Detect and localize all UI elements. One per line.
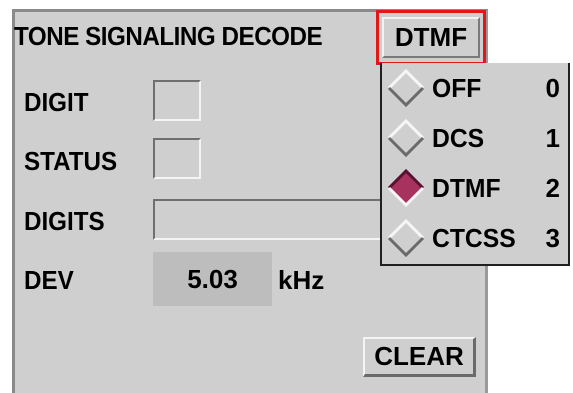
diamond-radio-icon [387, 68, 425, 108]
menu-item-index: 2 [545, 173, 560, 203]
clear-button[interactable]: CLEAR [363, 337, 476, 377]
mode-select-button[interactable]: DTMF [376, 10, 486, 65]
digits-display [153, 199, 385, 240]
menu-item-label: OFF [432, 73, 482, 103]
digit-display [153, 80, 201, 121]
menu-item-ctcss[interactable]: CTCSS 3 [382, 215, 568, 261]
panel-title: TONE SIGNALING DECODE [14, 21, 323, 51]
menu-item-label: CTCSS [432, 223, 516, 253]
menu-item-index: 0 [545, 73, 560, 103]
menu-item-dtmf[interactable]: DTMF 2 [382, 165, 568, 211]
menu-item-index: 3 [545, 223, 560, 253]
dev-unit: kHz [278, 265, 325, 295]
status-label: STATUS [24, 146, 118, 176]
menu-item-index: 1 [545, 123, 560, 153]
mode-select-label: DTMF [382, 17, 480, 58]
menu-item-dcs[interactable]: DCS 1 [382, 115, 568, 161]
menu-item-label: DTMF [432, 173, 501, 203]
digits-label: DIGITS [24, 206, 105, 236]
dev-value: 5.03 [153, 252, 272, 306]
menu-item-off[interactable]: OFF 0 [382, 65, 568, 111]
status-display [153, 138, 201, 179]
diamond-radio-selected-icon [387, 168, 425, 208]
mode-dropdown-menu: OFF 0 DCS 1 DTMF 2 CTCSS 3 [380, 63, 570, 266]
diamond-radio-icon [387, 118, 425, 158]
dev-label: DEV [24, 265, 74, 295]
menu-item-label: DCS [432, 123, 485, 153]
diamond-radio-icon [387, 218, 425, 258]
digit-label: DIGIT [24, 87, 89, 117]
